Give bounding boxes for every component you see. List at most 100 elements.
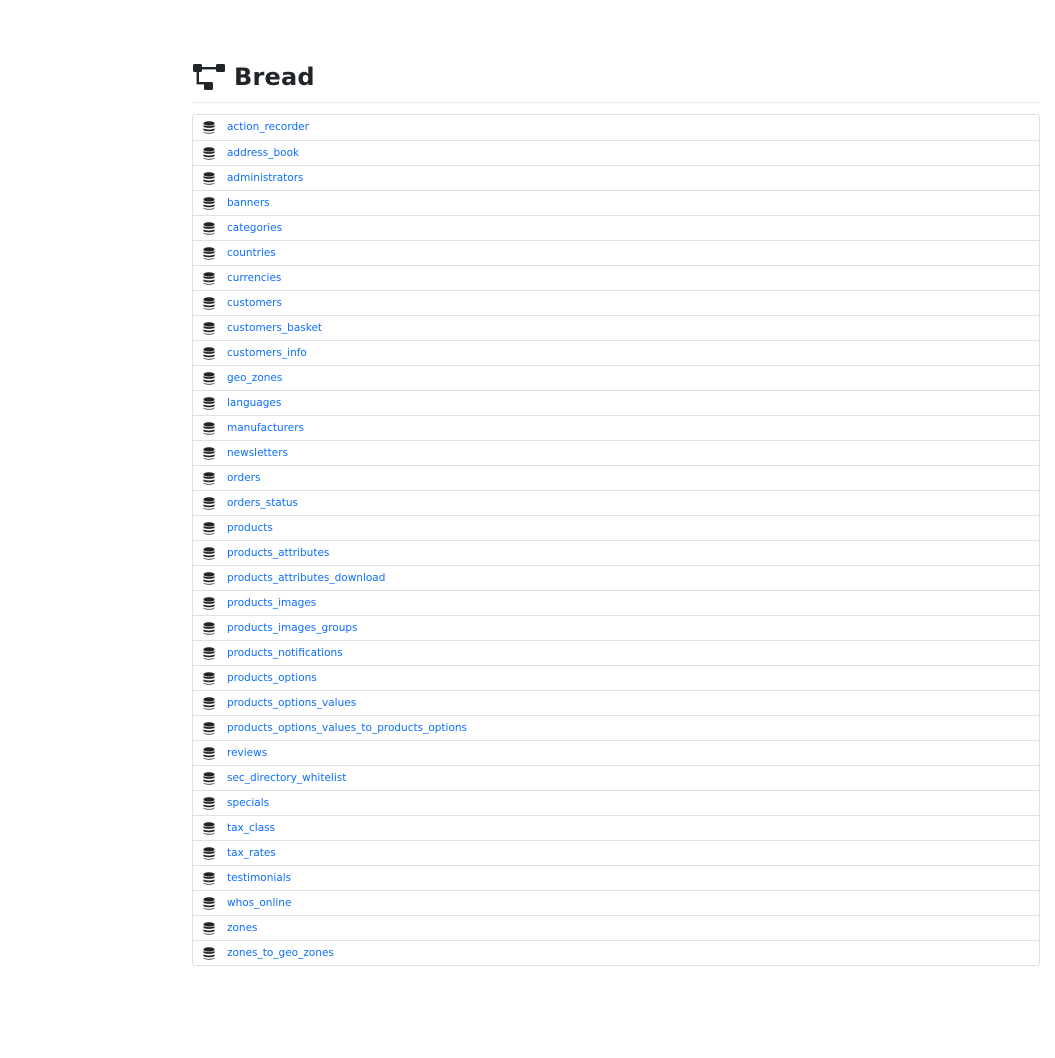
- table-link-orders[interactable]: orders: [227, 473, 260, 484]
- table-link-manufacturers[interactable]: manufacturers: [227, 423, 304, 434]
- table-link-newsletters[interactable]: newsletters: [227, 448, 288, 459]
- table-row: categories: [193, 215, 1039, 240]
- table-link-products[interactable]: products: [227, 523, 273, 534]
- table-link-administrators[interactable]: administrators: [227, 173, 303, 184]
- table-row: products_options_values_to_products_opti…: [193, 715, 1039, 740]
- database-icon: [203, 646, 215, 660]
- table-row: address_book: [193, 140, 1039, 165]
- database-icon: [203, 171, 215, 185]
- database-icon: [203, 321, 215, 335]
- table-link-tax-rates[interactable]: tax_rates: [227, 848, 276, 859]
- table-link-products-options[interactable]: products_options: [227, 673, 317, 684]
- database-icon: [203, 196, 215, 210]
- table-link-sec-directory-whitelist[interactable]: sec_directory_whitelist: [227, 773, 346, 784]
- table-link-countries[interactable]: countries: [227, 248, 276, 259]
- table-row: reviews: [193, 740, 1039, 765]
- table-link-zones-to-geo-zones[interactable]: zones_to_geo_zones: [227, 948, 334, 959]
- table-link-tax-class[interactable]: tax_class: [227, 823, 275, 834]
- table-list: action_recorder address_book administrat…: [192, 114, 1040, 966]
- table-link-orders-status[interactable]: orders_status: [227, 498, 298, 509]
- database-icon: [203, 446, 215, 460]
- database-icon: [203, 421, 215, 435]
- table-row: orders_status: [193, 490, 1039, 515]
- table-link-banners[interactable]: banners: [227, 198, 270, 209]
- table-link-customers[interactable]: customers: [227, 298, 282, 309]
- database-icon: [203, 246, 215, 260]
- database-icon: [203, 346, 215, 360]
- table-row: newsletters: [193, 440, 1039, 465]
- table-row: specials: [193, 790, 1039, 815]
- table-row: products_images: [193, 590, 1039, 615]
- table-link-currencies[interactable]: currencies: [227, 273, 281, 284]
- table-row: customers: [193, 290, 1039, 315]
- table-row: zones: [193, 915, 1039, 940]
- page-container: Bread action_recorder address_book admin…: [192, 58, 1040, 966]
- table-link-languages[interactable]: languages: [227, 398, 281, 409]
- table-row: testimonials: [193, 865, 1039, 890]
- table-row: tax_rates: [193, 840, 1039, 865]
- table-row: products_options_values: [193, 690, 1039, 715]
- table-link-categories[interactable]: categories: [227, 223, 282, 234]
- table-link-products-attributes[interactable]: products_attributes: [227, 548, 329, 559]
- table-link-reviews[interactable]: reviews: [227, 748, 267, 759]
- table-link-products-options-values-to-products-options[interactable]: products_options_values_to_products_opti…: [227, 723, 467, 734]
- table-link-whos-online[interactable]: whos_online: [227, 898, 291, 909]
- database-icon: [203, 496, 215, 510]
- table-row: currencies: [193, 265, 1039, 290]
- table-row: products_options: [193, 665, 1039, 690]
- table-link-testimonials[interactable]: testimonials: [227, 873, 291, 884]
- database-icon: [203, 821, 215, 835]
- table-row: zones_to_geo_zones: [193, 940, 1039, 965]
- table-link-zones[interactable]: zones: [227, 923, 258, 934]
- table-row: sec_directory_whitelist: [193, 765, 1039, 790]
- database-icon: [203, 796, 215, 810]
- page-header: Bread: [192, 58, 1040, 103]
- table-row: languages: [193, 390, 1039, 415]
- database-icon: [203, 571, 215, 585]
- database-icon: [203, 396, 215, 410]
- database-icon: [203, 721, 215, 735]
- database-icon: [203, 521, 215, 535]
- table-link-geo-zones[interactable]: geo_zones: [227, 373, 282, 384]
- table-link-products-options-values[interactable]: products_options_values: [227, 698, 356, 709]
- table-row: products: [193, 515, 1039, 540]
- database-icon: [203, 621, 215, 635]
- database-icon: [203, 946, 215, 960]
- page-title: Bread: [234, 63, 315, 91]
- table-link-products-notifications[interactable]: products_notifications: [227, 648, 343, 659]
- database-icon: [203, 921, 215, 935]
- table-link-customers-info[interactable]: customers_info: [227, 348, 307, 359]
- database-icon: [203, 771, 215, 785]
- table-row: products_images_groups: [193, 615, 1039, 640]
- database-icon: [203, 596, 215, 610]
- table-row: customers_basket: [193, 315, 1039, 340]
- database-icon: [203, 296, 215, 310]
- database-icon: [203, 146, 215, 160]
- table-row: banners: [193, 190, 1039, 215]
- table-link-action-recorder[interactable]: action_recorder: [227, 122, 309, 133]
- database-icon: [203, 471, 215, 485]
- table-row: administrators: [193, 165, 1039, 190]
- table-row: orders: [193, 465, 1039, 490]
- table-link-products-images-groups[interactable]: products_images_groups: [227, 623, 358, 634]
- table-row: countries: [193, 240, 1039, 265]
- table-link-products-attributes-download[interactable]: products_attributes_download: [227, 573, 385, 584]
- table-row: geo_zones: [193, 365, 1039, 390]
- database-icon: [203, 896, 215, 910]
- table-row: action_recorder: [193, 115, 1039, 140]
- database-icon: [203, 871, 215, 885]
- table-link-specials[interactable]: specials: [227, 798, 269, 809]
- table-link-address-book[interactable]: address_book: [227, 148, 299, 159]
- database-icon: [203, 121, 215, 134]
- database-icon: [203, 696, 215, 710]
- table-row: whos_online: [193, 890, 1039, 915]
- database-icon: [203, 846, 215, 860]
- table-link-customers-basket[interactable]: customers_basket: [227, 323, 322, 334]
- table-row: customers_info: [193, 340, 1039, 365]
- table-row: products_attributes: [193, 540, 1039, 565]
- table-row: products_notifications: [193, 640, 1039, 665]
- table-row: products_attributes_download: [193, 565, 1039, 590]
- database-icon: [203, 671, 215, 685]
- table-link-products-images[interactable]: products_images: [227, 598, 316, 609]
- database-icon: [203, 546, 215, 560]
